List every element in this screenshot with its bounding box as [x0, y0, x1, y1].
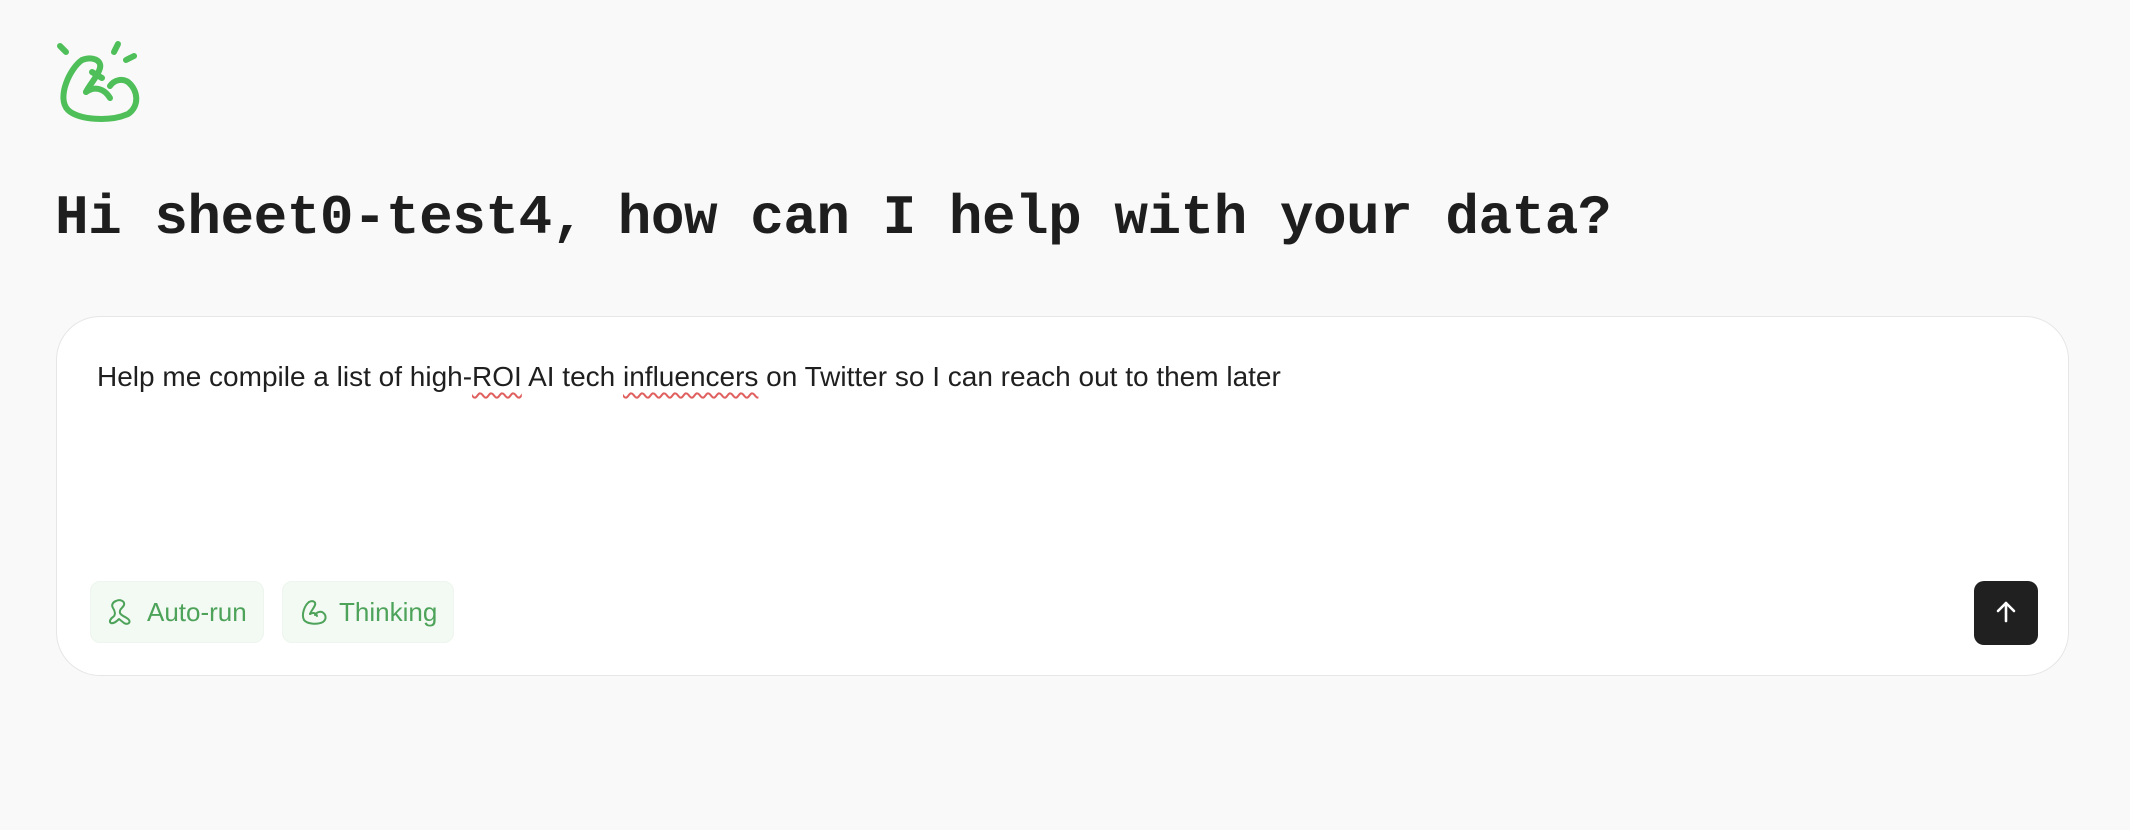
thinking-label: Thinking [339, 596, 438, 627]
auto-run-label: Auto-run [147, 596, 247, 627]
prompt-composer: Help me compile a list of high-ROI AI te… [56, 316, 2069, 676]
misspelled-word: influencers [623, 361, 759, 392]
send-button[interactable] [1974, 581, 2038, 645]
misspelled-word: ROI [472, 361, 522, 392]
prompt-input[interactable]: Help me compile a list of high-ROI AI te… [97, 359, 1997, 499]
prompt-text-part: AI tech [521, 361, 623, 392]
prompt-text-part: Help me compile a list of high- [97, 361, 473, 392]
page: Hi sheet0-test4, how can I help with you… [0, 0, 2130, 830]
arrow-up-icon [1992, 598, 2020, 629]
page-title: Hi sheet0-test4, how can I help with you… [55, 186, 1611, 250]
logo-icon [52, 38, 142, 128]
auto-run-toggle[interactable]: Auto-run [90, 581, 264, 643]
thinking-toggle[interactable]: Thinking [282, 581, 454, 643]
prompt-text-part: on Twitter so I can reach out to them la… [758, 361, 1281, 392]
arm-icon [107, 597, 137, 627]
flexed-bicep-icon [299, 597, 329, 627]
